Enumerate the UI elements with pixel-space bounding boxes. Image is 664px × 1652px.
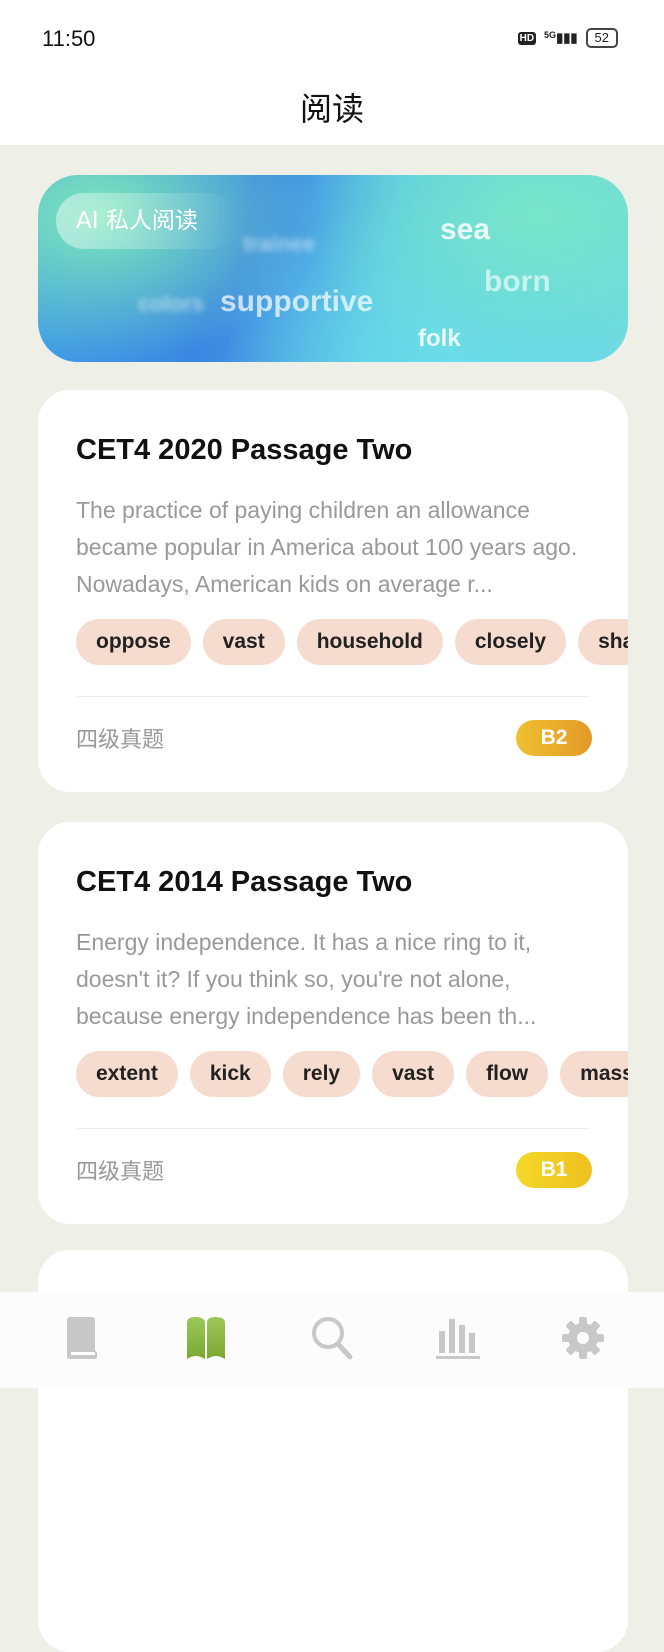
bottom-nav: [0, 1292, 664, 1388]
banner-word: colors: [138, 291, 205, 316]
banner-word: folk: [418, 325, 461, 352]
word-tag[interactable]: extent: [76, 1051, 178, 1097]
word-tag[interactable]: kick: [189, 1051, 271, 1097]
level-badge: B2: [516, 720, 592, 756]
open-book-icon[interactable]: [184, 1315, 228, 1365]
word-tag[interactable]: closely: [454, 619, 567, 665]
banner-word: supportive: [220, 285, 374, 318]
divider: [76, 696, 590, 697]
signal-icon: 5G▮▮▮: [544, 30, 578, 45]
passage-description: The practice of paying children an allow…: [76, 497, 578, 597]
word-tag[interactable]: rely: [282, 1051, 361, 1097]
network-type: 5G: [544, 30, 557, 40]
word-tag[interactable]: vast: [202, 619, 285, 665]
word-tags: oppose vast household closely shallow: [76, 619, 628, 665]
passage-title: CET4 2014 Passage Two: [76, 866, 413, 898]
banner-word: trainee: [243, 231, 316, 256]
battery-icon: 52: [585, 28, 618, 48]
status-icons: HD 5G▮▮▮ 52: [517, 28, 618, 48]
word-tag[interactable]: household: [296, 619, 443, 665]
ai-reading-banner[interactable]: AI 私人阅读 sea born supportive folk trainee…: [38, 175, 628, 362]
word-tag[interactable]: shallow: [578, 619, 628, 665]
category-label: 四级真题: [76, 1160, 165, 1185]
level-badge: B1: [516, 1152, 592, 1188]
status-time: 11:50: [42, 26, 96, 51]
passage-card[interactable]: CET4 2020 Passage Two The practice of pa…: [38, 390, 628, 792]
passage-card[interactable]: CET4 2014 Passage Two Energy independenc…: [38, 822, 628, 1224]
divider: [76, 1128, 590, 1129]
word-tag[interactable]: massive: [560, 1051, 628, 1097]
bar-chart-icon[interactable]: [435, 1315, 480, 1365]
banner-word: born: [484, 265, 551, 298]
gear-icon[interactable]: [561, 1315, 605, 1365]
hd-icon: HD: [517, 31, 537, 45]
top-bar: 11:50 HD 5G▮▮▮ 52 阅读: [0, 0, 664, 145]
passage-title: CET4 2020 Passage Two: [76, 434, 413, 466]
page-title: 阅读: [299, 90, 364, 128]
category-label: 四级真题: [76, 728, 165, 753]
banner-word: sea: [440, 213, 491, 246]
passage-description: Energy independence. It has a nice ring …: [76, 929, 537, 1029]
word-tags: extent kick rely vast flow massive: [76, 1051, 628, 1097]
ai-reading-label: AI 私人阅读: [56, 193, 238, 249]
search-icon[interactable]: [310, 1315, 354, 1365]
book-icon[interactable]: [59, 1315, 103, 1365]
word-tag[interactable]: vast: [372, 1051, 455, 1097]
word-tag[interactable]: oppose: [76, 619, 191, 665]
word-tag[interactable]: flow: [466, 1051, 549, 1097]
